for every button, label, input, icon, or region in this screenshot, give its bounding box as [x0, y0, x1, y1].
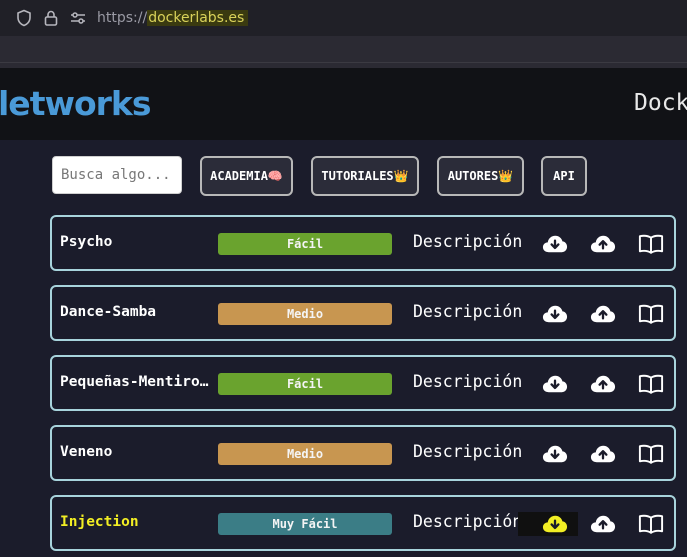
book-icon[interactable] — [637, 440, 665, 468]
description-link[interactable]: Descripción — [413, 232, 522, 251]
difficulty-badge: Medio — [218, 443, 392, 465]
machine-card[interactable]: Veneno Medio Descripción — [50, 425, 676, 481]
academia-button[interactable]: ACADEMIA🧠 — [200, 156, 293, 196]
site-settings-icon[interactable] — [69, 9, 87, 27]
api-button[interactable]: API — [541, 156, 587, 196]
cloud-upload-icon[interactable] — [589, 230, 617, 258]
shield-icon[interactable] — [15, 9, 33, 27]
tutoriales-button[interactable]: TUTORIALES👑 — [311, 156, 419, 196]
book-icon[interactable] — [637, 370, 665, 398]
cloud-download-icon[interactable] — [541, 370, 569, 398]
difficulty-badge: Medio — [218, 303, 392, 325]
description-link[interactable]: Descripción — [413, 442, 522, 461]
cloud-download-icon[interactable] — [541, 510, 569, 538]
book-icon[interactable] — [637, 230, 665, 258]
machine-card[interactable]: Injection Muy Fácil Descripción — [50, 495, 676, 551]
autores-button[interactable]: AUTORES👑 — [437, 156, 524, 196]
cloud-download-icon[interactable] — [541, 440, 569, 468]
site-header: letworks Dock — [0, 68, 687, 140]
browser-url-bar[interactable]: https://dockerlabs.es — [0, 0, 687, 36]
description-link[interactable]: Descripción — [413, 512, 522, 531]
cloud-upload-icon[interactable] — [589, 300, 617, 328]
machine-card[interactable]: Psycho Fácil Descripción — [50, 215, 676, 271]
cloud-upload-icon[interactable] — [589, 510, 617, 538]
machine-card[interactable]: Pequeñas-Mentirosas Fácil Descripción — [50, 355, 676, 411]
description-link[interactable]: Descripción — [413, 372, 522, 391]
machine-name[interactable]: Veneno — [60, 444, 215, 460]
machine-name[interactable]: Dance-Samba — [60, 304, 215, 320]
book-icon[interactable] — [637, 510, 665, 538]
difficulty-badge: Fácil — [218, 373, 392, 395]
url-scheme: https:// — [97, 10, 148, 26]
url-text[interactable]: https://dockerlabs.es — [97, 8, 249, 28]
machine-name[interactable]: Psycho — [60, 234, 215, 250]
cloud-download-icon[interactable] — [541, 230, 569, 258]
toolbar-divider — [0, 62, 687, 63]
machine-name[interactable]: Pequeñas-Mentirosas — [60, 374, 215, 390]
header-title: Dock — [634, 90, 687, 116]
cloud-upload-icon[interactable] — [589, 370, 617, 398]
description-link[interactable]: Descripción — [413, 302, 522, 321]
search-input[interactable] — [52, 156, 182, 194]
machine-card[interactable]: Dance-Samba Medio Descripción — [50, 285, 676, 341]
url-host: dockerlabs.es — [147, 10, 249, 26]
book-icon[interactable] — [637, 300, 665, 328]
cloud-upload-icon[interactable] — [589, 440, 617, 468]
browser-toolbar-strip — [0, 36, 687, 68]
difficulty-badge: Fácil — [218, 233, 392, 255]
lock-icon[interactable] — [42, 9, 60, 27]
machine-name[interactable]: Injection — [60, 514, 215, 530]
difficulty-badge: Muy Fácil — [218, 513, 392, 535]
cloud-download-icon[interactable] — [541, 300, 569, 328]
site-logo[interactable]: letworks — [0, 84, 151, 123]
